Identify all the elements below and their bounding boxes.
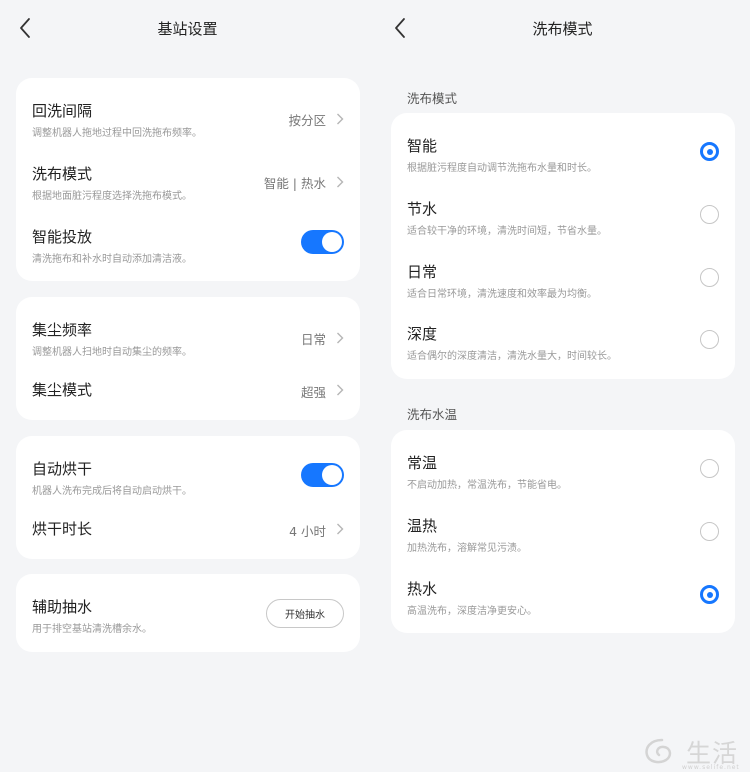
drying-card: 自动烘干 机器人洗布完成后将自动启动烘干。 烘干时长 4 小时 bbox=[16, 436, 360, 559]
dust-frequency-title: 集尘频率 bbox=[32, 321, 93, 339]
start-drain-button[interactable]: 开始抽水 bbox=[266, 599, 344, 628]
option-warm[interactable]: 温热 加热洗布，溶解常见污渍。 bbox=[391, 501, 735, 563]
wash-mode-options-card: 智能 根据脏污程度自动调节洗拖布水量和时长。 节水 适合较干净的环境，清洗时间短… bbox=[391, 113, 735, 379]
wash-mode-desc: 根据地面脏污程度选择洗拖布模式。 bbox=[32, 191, 192, 202]
auto-dry-desc: 机器人洗布完成后将自动启动烘干。 bbox=[32, 486, 192, 497]
dust-frequency-row[interactable]: 集尘频率 调整机器人扫地时自动集尘的频率。 日常 bbox=[16, 305, 360, 367]
smart-dispense-row: 智能投放 清洗拖布和补水时自动添加清洁液。 bbox=[16, 212, 360, 274]
page-title: 基站设置 bbox=[157, 20, 218, 38]
radio-unselected[interactable] bbox=[700, 522, 719, 541]
radio-unselected[interactable] bbox=[700, 268, 719, 287]
option-title: 常温 bbox=[407, 454, 438, 472]
rewash-interval-row[interactable]: 回洗间隔 调整机器人拖地过程中回洗拖布频率。 按分区 bbox=[16, 86, 360, 148]
dry-duration-row[interactable]: 烘干时长 4 小时 bbox=[16, 500, 360, 556]
chevron-right-icon bbox=[337, 384, 344, 396]
option-water-saving[interactable]: 节水 适合较干净的环境，清洗时间短，节省水量。 bbox=[391, 184, 735, 246]
page-title: 洗布模式 bbox=[532, 20, 593, 38]
watermark-logo: 生活 www.selife.net bbox=[642, 734, 746, 771]
assist-drain-title: 辅助抽水 bbox=[32, 598, 93, 616]
top-bar: 洗布模式 bbox=[375, 0, 750, 56]
dry-duration-title: 烘干时长 bbox=[32, 520, 93, 538]
option-title: 热水 bbox=[407, 580, 438, 598]
toggle-knob bbox=[322, 465, 342, 485]
chevron-right-icon bbox=[337, 332, 344, 344]
option-title: 节水 bbox=[407, 200, 438, 218]
top-bar: 基站设置 bbox=[0, 0, 375, 56]
rewash-interval-desc: 调整机器人拖地过程中回洗拖布频率。 bbox=[32, 128, 202, 139]
chevron-right-icon bbox=[337, 176, 344, 188]
smart-dispense-title: 智能投放 bbox=[32, 228, 93, 246]
radio-unselected[interactable] bbox=[700, 205, 719, 224]
wash-mode-row[interactable]: 洗布模式 根据地面脏污程度选择洗拖布模式。 智能 | 热水 bbox=[16, 149, 360, 211]
wash-mode-section-label: 洗布模式 bbox=[407, 91, 458, 106]
water-temp-section-label: 洗布水温 bbox=[407, 407, 458, 422]
option-desc: 不启动加热，常温洗布，节能省电。 bbox=[407, 480, 567, 491]
option-desc: 适合较干净的环境，清洗时间短，节省水量。 bbox=[407, 226, 607, 237]
option-desc: 加热洗布，溶解常见污渍。 bbox=[407, 543, 527, 554]
swirl-logo-icon bbox=[645, 738, 672, 764]
dust-frequency-value: 日常 bbox=[300, 332, 326, 347]
dry-duration-value: 4 小时 bbox=[289, 524, 326, 539]
dust-mode-row[interactable]: 集尘模式 超强 bbox=[16, 361, 360, 417]
option-smart[interactable]: 智能 根据脏污程度自动调节洗拖布水量和时长。 bbox=[391, 121, 735, 183]
option-daily[interactable]: 日常 适合日常环境，清洗速度和效率最为均衡。 bbox=[391, 247, 735, 309]
assist-drain-desc: 用于排空基站清洗槽余水。 bbox=[32, 624, 152, 635]
chevron-right-icon bbox=[337, 523, 344, 535]
auto-dry-row: 自动烘干 机器人洗布完成后将自动启动烘干。 bbox=[16, 444, 360, 506]
station-settings-screen: 基站设置 回洗间隔 调整机器人拖地过程中回洗拖布频率。 按分区 洗布模式 根据地… bbox=[0, 0, 375, 772]
radio-unselected[interactable] bbox=[700, 459, 719, 478]
toggle-knob bbox=[322, 232, 342, 252]
assist-drain-card: 辅助抽水 用于排空基站清洗槽余水。 开始抽水 bbox=[16, 574, 360, 652]
radio-selected[interactable] bbox=[700, 585, 719, 604]
option-desc: 适合偶尔的深度清洁，清洗水量大，时间较长。 bbox=[407, 351, 617, 362]
wash-mode-value: 智能 | 热水 bbox=[263, 176, 326, 191]
smart-dispense-toggle[interactable] bbox=[301, 230, 344, 254]
option-deep[interactable]: 深度 适合偶尔的深度清洁，清洗水量大，时间较长。 bbox=[391, 309, 735, 371]
water-temp-options-card: 常温 不启动加热，常温洗布，节能省电。 温热 加热洗布，溶解常见污渍。 热水 高… bbox=[391, 430, 735, 633]
dust-mode-title: 集尘模式 bbox=[32, 381, 93, 399]
option-hot[interactable]: 热水 高温洗布，深度洁净更安心。 bbox=[391, 564, 735, 626]
wash-mode-title: 洗布模式 bbox=[32, 165, 93, 183]
option-desc: 根据脏污程度自动调节洗拖布水量和时长。 bbox=[407, 163, 597, 174]
rewash-interval-value: 按分区 bbox=[288, 113, 326, 128]
option-desc: 高温洗布，深度洁净更安心。 bbox=[407, 606, 537, 617]
auto-dry-title: 自动烘干 bbox=[32, 460, 93, 478]
chevron-right-icon bbox=[337, 113, 344, 125]
watermark-url: www.selife.net bbox=[682, 764, 740, 771]
option-title: 温热 bbox=[407, 517, 438, 535]
wash-mode-screen: 洗布模式 洗布模式 智能 根据脏污程度自动调节洗拖布水量和时长。 节水 适合较干… bbox=[375, 0, 750, 772]
auto-dry-toggle[interactable] bbox=[301, 463, 344, 487]
option-desc: 适合日常环境，清洗速度和效率最为均衡。 bbox=[407, 289, 597, 300]
smart-dispense-desc: 清洗拖布和补水时自动添加清洁液。 bbox=[32, 254, 192, 265]
option-title: 深度 bbox=[407, 325, 438, 343]
dust-collection-card: 集尘频率 调整机器人扫地时自动集尘的频率。 日常 集尘模式 超强 bbox=[16, 297, 360, 420]
option-normal-temp[interactable]: 常温 不启动加热，常温洗布，节能省电。 bbox=[391, 438, 735, 500]
option-title: 智能 bbox=[407, 137, 438, 155]
radio-selected[interactable] bbox=[700, 142, 719, 161]
dust-frequency-desc: 调整机器人扫地时自动集尘的频率。 bbox=[32, 347, 192, 358]
rewash-interval-title: 回洗间隔 bbox=[32, 102, 93, 120]
dust-mode-value: 超强 bbox=[300, 385, 326, 400]
mop-settings-card: 回洗间隔 调整机器人拖地过程中回洗拖布频率。 按分区 洗布模式 根据地面脏污程度… bbox=[16, 78, 360, 281]
option-title: 日常 bbox=[407, 263, 438, 281]
radio-unselected[interactable] bbox=[700, 330, 719, 349]
